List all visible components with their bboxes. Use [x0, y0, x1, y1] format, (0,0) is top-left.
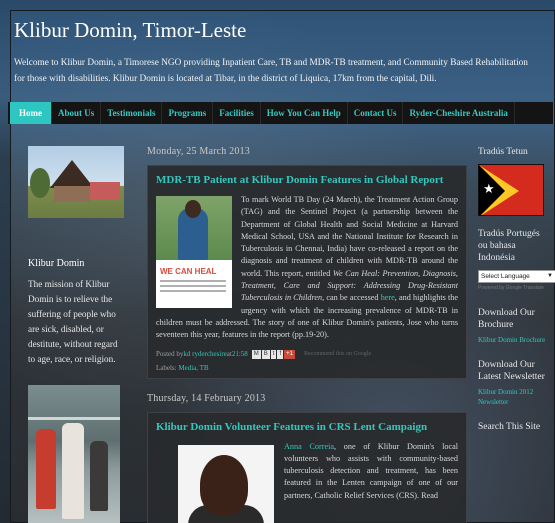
chevron-down-icon: ▼ [547, 273, 553, 279]
right-sidebar: Tradús Tetun ★ Tradús Portugés ou bahasa… [478, 146, 555, 433]
house-shape [54, 186, 90, 202]
powered-by-text: Powered by Google Translate [478, 285, 544, 291]
newsletter-title: Download Our Latest Newsletter [478, 360, 545, 382]
newsletter-link[interactable]: Klibur Domin 2012 Newsletter [478, 387, 548, 407]
building-photo [28, 146, 124, 218]
person-shape [90, 441, 108, 511]
brochure-link[interactable]: Klibur Domin Brochure [478, 335, 548, 345]
star-icon: ★ [483, 182, 495, 197]
nav-contact-us[interactable]: Contact Us [348, 102, 404, 124]
facebook-share-button[interactable]: f [277, 349, 284, 359]
person-shape [62, 423, 84, 519]
volunteer-name-link[interactable]: Anna Correia [284, 442, 334, 451]
main-navigation: Home About Us Testimonials Programs Faci… [8, 102, 553, 124]
post-text: To mark World TB Day (24 March), the Tre… [241, 195, 458, 278]
main-content: Monday, 25 March 2013 MDR-TB Patient at … [147, 146, 467, 523]
post-labels: Labels: Media, TB [156, 364, 458, 372]
nav-how-you-can-help[interactable]: How You Can Help [261, 102, 348, 124]
twitter-share-button[interactable]: t [270, 349, 277, 359]
post-text: , can be accessed [322, 293, 381, 303]
report-link[interactable]: here [381, 293, 395, 302]
labels-prefix: Labels: [156, 363, 179, 372]
nav-home[interactable]: Home [10, 102, 52, 124]
person-shape [36, 429, 56, 509]
nav-programs[interactable]: Programs [162, 102, 214, 124]
site-header: Klibur Domin, Timor-Leste Welcome to Kli… [14, 18, 539, 87]
volunteer-photo[interactable] [178, 444, 274, 523]
blog-post: Klibur Domin Volunteer Features in CRS L… [147, 411, 467, 523]
sidebar-title: Klibur Domin [28, 258, 85, 269]
site-description: Welcome to Klibur Domin, a Timorese NGO … [14, 58, 528, 84]
nav-facilities[interactable]: Facilities [213, 102, 261, 124]
post-title-link[interactable]: MDR-TB Patient at Klibur Domin Features … [156, 174, 458, 186]
patients-photo [28, 385, 120, 523]
post-date: Monday, 25 March 2013 [147, 146, 250, 157]
site-title[interactable]: Klibur Domin, Timor-Leste [14, 18, 539, 43]
post-title-link[interactable]: Klibur Domin Volunteer Features in CRS L… [156, 421, 458, 433]
post-date: Thursday, 14 February 2013 [147, 392, 266, 404]
translate-other-title: Tradús Portugés ou bahasa Indonésia [478, 229, 540, 263]
mission-text: The mission of Klibur Domin is to reliev… [28, 279, 118, 364]
brochure-title: Download Our Brochure [478, 308, 535, 330]
cover-caption: WE CAN HEAL [160, 267, 217, 276]
roof-shape [50, 160, 94, 188]
language-select[interactable]: Select Language ▼ [478, 270, 555, 283]
photo-rail [28, 417, 120, 420]
recommend-text: Recommend this on Google [303, 351, 372, 358]
report-cover-image[interactable]: WE CAN HEAL [156, 196, 232, 308]
photo-face [200, 454, 248, 515]
author-link[interactable]: kd ryderchesire [183, 350, 226, 358]
google-plus-button[interactable]: +1 [284, 349, 295, 359]
posted-by-label: Posted by [156, 350, 184, 359]
language-select-value: Select Language [481, 273, 530, 280]
house-shape-2 [90, 182, 120, 200]
tree-shape [30, 168, 50, 198]
search-title: Search This Site [478, 422, 541, 432]
cover-text-lines [160, 280, 226, 295]
share-buttons: M B t f +1 [251, 349, 296, 359]
translate-tetun-title: Tradús Tetun [478, 147, 528, 157]
post-footer: Posted by kd ryderchesire at 21:58 M B t… [156, 349, 458, 359]
nav-testimonials[interactable]: Testimonials [101, 102, 163, 124]
timestamp-link[interactable]: 21:58 [232, 350, 248, 358]
email-share-button[interactable]: M [251, 349, 261, 359]
nav-about-us[interactable]: About Us [52, 102, 102, 124]
labels-links[interactable]: Media, TB [178, 364, 208, 372]
left-sidebar: Klibur Domin The mission of Klibur Domin… [28, 146, 126, 523]
nav-ryder-cheshire-australia[interactable]: Ryder-Cheshire Australia [403, 102, 515, 124]
post-body: Anna Correia, one of Klibur Domin's loca… [156, 441, 458, 523]
blog-share-button[interactable]: B [261, 349, 270, 359]
blog-post: MDR-TB Patient at Klibur Domin Features … [147, 165, 467, 379]
post-body: WE CAN HEAL To mark World TB Day (24 Mar… [156, 194, 458, 342]
cover-person-head [185, 200, 201, 218]
timor-leste-flag-icon[interactable]: ★ [478, 164, 544, 216]
